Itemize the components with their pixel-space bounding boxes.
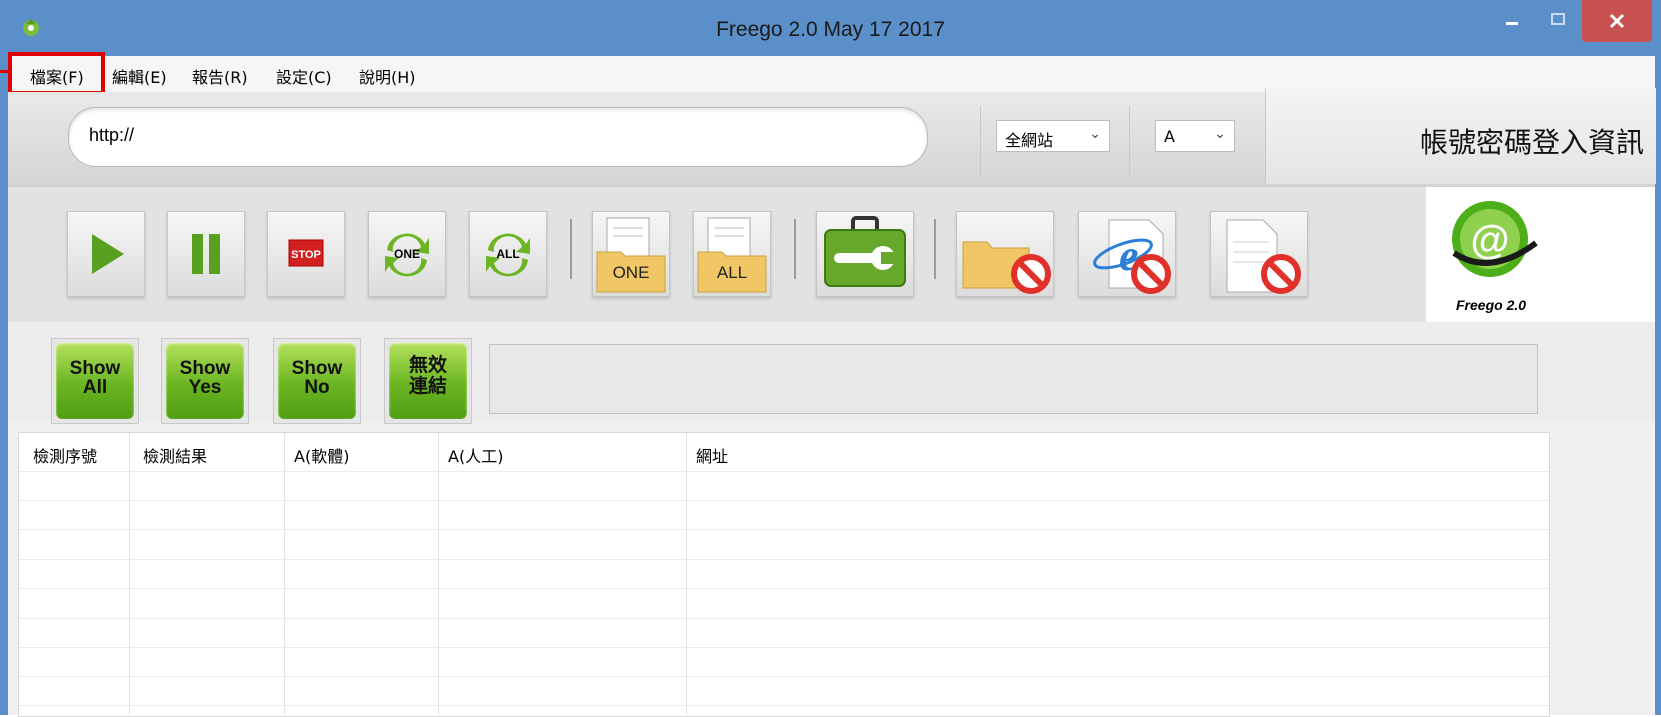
close-button[interactable] xyxy=(1582,0,1652,42)
show-no-button[interactable]: Show No xyxy=(273,338,361,424)
title-bar: Freego 2.0 May 17 2017 xyxy=(0,0,1661,58)
row-divider xyxy=(19,588,1549,589)
show-all-label: Show All xyxy=(69,358,121,398)
column-header-a-manual[interactable]: A(人工) xyxy=(448,443,503,467)
settings-toolbox-button[interactable] xyxy=(816,211,914,297)
folder-all-button[interactable]: ALL xyxy=(693,211,771,297)
row-divider xyxy=(19,471,1549,472)
menu-edit[interactable]: 編輯(E) xyxy=(112,64,167,88)
message-box xyxy=(489,344,1538,414)
highlight-box xyxy=(8,52,105,95)
separator xyxy=(980,106,981,176)
row-divider xyxy=(19,705,1549,706)
stop-icon: STOP xyxy=(288,239,324,267)
folder-document-icon: ALL xyxy=(697,217,767,293)
minimize-button[interactable] xyxy=(1488,8,1536,50)
level-select[interactable]: A ⌄ xyxy=(1155,120,1235,152)
toolbar-separator xyxy=(570,219,572,279)
refresh-icon: ALL xyxy=(486,233,530,277)
client-area: 檔案(F) 編輯(E) 報告(R) 設定(C) 說明(H) http:// 全網… xyxy=(0,52,1656,717)
show-yes-label: Show Yes xyxy=(179,358,231,398)
folder-blocked-icon xyxy=(962,241,1051,294)
chevron-down-icon: ⌄ xyxy=(1214,126,1226,142)
menu-help[interactable]: 說明(H) xyxy=(359,64,416,88)
invalid-links-button[interactable]: 無效 連結 xyxy=(384,338,472,424)
level-select-value: A xyxy=(1164,127,1175,146)
toolbar-separator xyxy=(934,219,936,279)
show-yes-button[interactable]: Show Yes xyxy=(161,338,249,424)
play-icon xyxy=(92,234,124,274)
column-header-seq[interactable]: 檢測序號 xyxy=(33,443,97,467)
menu-report[interactable]: 報告(R) xyxy=(192,64,248,88)
folder-document-icon: ONE xyxy=(596,217,666,293)
block-folder-button[interactable] xyxy=(956,211,1054,297)
column-divider xyxy=(686,433,687,716)
refresh-one-button[interactable]: ONE xyxy=(368,211,446,297)
toolbar: STOP ONE ALL ONE ALL e @ Freego 2.0 xyxy=(8,186,1655,323)
window-title: Freego 2.0 May 17 2017 xyxy=(716,18,945,41)
refresh-one-label: ONE xyxy=(394,247,420,261)
browser-blocked-icon: e xyxy=(1093,219,1171,294)
freego-logo: @ Freego 2.0 xyxy=(1426,187,1655,322)
refresh-icon: ONE xyxy=(385,233,429,277)
close-icon xyxy=(1609,13,1625,29)
chevron-down-icon: ⌄ xyxy=(1089,126,1101,142)
folder-one-button[interactable]: ONE xyxy=(592,211,670,297)
invalid-links-label: 無效 連結 xyxy=(408,354,447,397)
freego-logo-text: Freego 2.0 xyxy=(1456,297,1527,313)
menu-settings[interactable]: 設定(C) xyxy=(276,64,332,88)
column-header-a-software[interactable]: A(軟體) xyxy=(294,443,349,467)
row-divider xyxy=(19,529,1549,530)
show-no-label: Show No xyxy=(291,358,343,398)
column-header-url[interactable]: 網址 xyxy=(696,443,728,467)
row-divider xyxy=(19,618,1549,619)
url-value: http:// xyxy=(89,125,135,145)
stop-button[interactable]: STOP xyxy=(267,211,345,297)
results-table[interactable]: 檢測序號 檢測結果 A(軟體) A(人工) 網址 xyxy=(18,432,1550,717)
play-button[interactable] xyxy=(67,211,145,297)
column-header-result[interactable]: 檢測結果 xyxy=(143,443,207,467)
row-divider xyxy=(19,559,1549,560)
column-divider xyxy=(438,433,439,716)
maximize-icon xyxy=(1551,13,1565,25)
minimize-icon xyxy=(1506,22,1518,25)
scope-select-value: 全網站 xyxy=(1005,131,1054,150)
pause-icon xyxy=(192,234,220,274)
filter-bar: Show All Show Yes Show No 無效 連結 xyxy=(8,322,1655,424)
row-divider xyxy=(19,676,1549,677)
stop-label: STOP xyxy=(291,249,321,261)
login-info-button[interactable]: 帳號密碼登入資訊 xyxy=(1265,88,1656,184)
maximize-button[interactable] xyxy=(1534,8,1582,50)
url-input[interactable]: http:// xyxy=(68,107,928,167)
separator xyxy=(1129,106,1130,176)
refresh-all-button[interactable]: ALL xyxy=(469,211,547,297)
refresh-all-label: ALL xyxy=(496,247,519,261)
row-divider xyxy=(19,500,1549,501)
column-divider xyxy=(129,433,130,716)
pause-button[interactable] xyxy=(167,211,245,297)
block-document-button[interactable] xyxy=(1210,211,1308,297)
app-window: Freego 2.0 May 17 2017 檔案(F) 編輯(E) 報告(R)… xyxy=(0,0,1661,717)
document-blocked-icon xyxy=(1226,219,1301,294)
row-divider xyxy=(19,647,1549,648)
folder-all-label: ALL xyxy=(717,263,747,282)
toolbox-wrench-icon xyxy=(824,216,906,287)
toolbar-separator xyxy=(794,219,796,279)
show-all-button[interactable]: Show All xyxy=(51,338,139,424)
login-info-label: 帳號密碼登入資訊 xyxy=(1419,126,1644,159)
folder-one-label: ONE xyxy=(613,263,650,282)
column-divider xyxy=(284,433,285,716)
scope-select[interactable]: 全網站 ⌄ xyxy=(996,120,1110,152)
freego-at-icon: @ xyxy=(1452,201,1538,277)
svg-text:@: @ xyxy=(1470,218,1509,262)
block-browser-button[interactable]: e xyxy=(1078,211,1176,297)
highlight-pointer xyxy=(0,70,12,73)
